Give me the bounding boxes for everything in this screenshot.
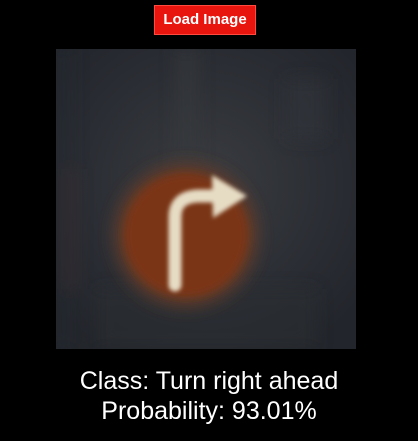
traffic-sign-image — [56, 49, 356, 349]
probability-label: Probability: 93.01% — [101, 397, 317, 425]
sign-disc — [114, 163, 258, 307]
image-preview — [56, 49, 356, 349]
class-label: Class: Turn right ahead — [79, 367, 339, 395]
load-image-button[interactable]: Load Image — [154, 5, 256, 35]
